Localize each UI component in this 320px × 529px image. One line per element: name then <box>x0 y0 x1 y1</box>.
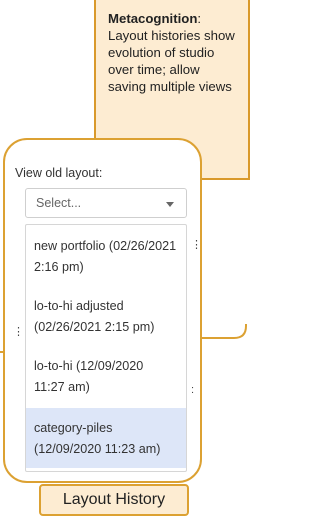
layout-select[interactable]: Select... <box>25 188 187 218</box>
option-line1: category-piles <box>34 421 113 435</box>
option-line1: lo-to-hi (12/09/2020 <box>34 359 144 373</box>
option-line2: (12/09/2020 11:23 am) <box>34 442 161 456</box>
option-line1: lo-to-hi adjusted <box>34 299 124 313</box>
note-heading: Metacognition <box>108 11 198 26</box>
layout-history-panel: View old layout: Select... new portfolio… <box>3 138 202 483</box>
layout-history-label: Layout History <box>39 484 189 516</box>
select-placeholder: Select... <box>36 196 82 210</box>
chevron-down-icon[interactable] <box>166 202 174 207</box>
menu-item-lo-to-hi[interactable]: lo-to-hi (12/09/2020 11:27 am) <box>26 351 186 403</box>
background-fragment: : <box>191 384 195 396</box>
background-fragment: ⋮ <box>191 239 202 251</box>
menu-item-category-piles[interactable]: category-piles (12/09/2020 11:23 am) <box>26 408 186 468</box>
option-line2: 2:16 pm) <box>34 260 84 274</box>
background-fragment: ⋮ <box>13 326 24 338</box>
menu-item-lo-to-hi-adjusted[interactable]: lo-to-hi adjusted (02/26/2021 2:15 pm) <box>26 291 186 343</box>
option-line2: (02/26/2021 2:15 pm) <box>34 320 155 334</box>
option-line2: 11:27 am) <box>34 380 90 394</box>
view-old-layout-label: View old layout: <box>15 166 103 180</box>
option-line1: new portfolio (02/26/2021 <box>34 239 177 253</box>
menu-item-new-portfolio[interactable]: new portfolio (02/26/2021 2:16 pm) <box>26 231 186 283</box>
layout-dropdown-menu: new portfolio (02/26/2021 2:16 pm) lo-to… <box>25 224 187 472</box>
